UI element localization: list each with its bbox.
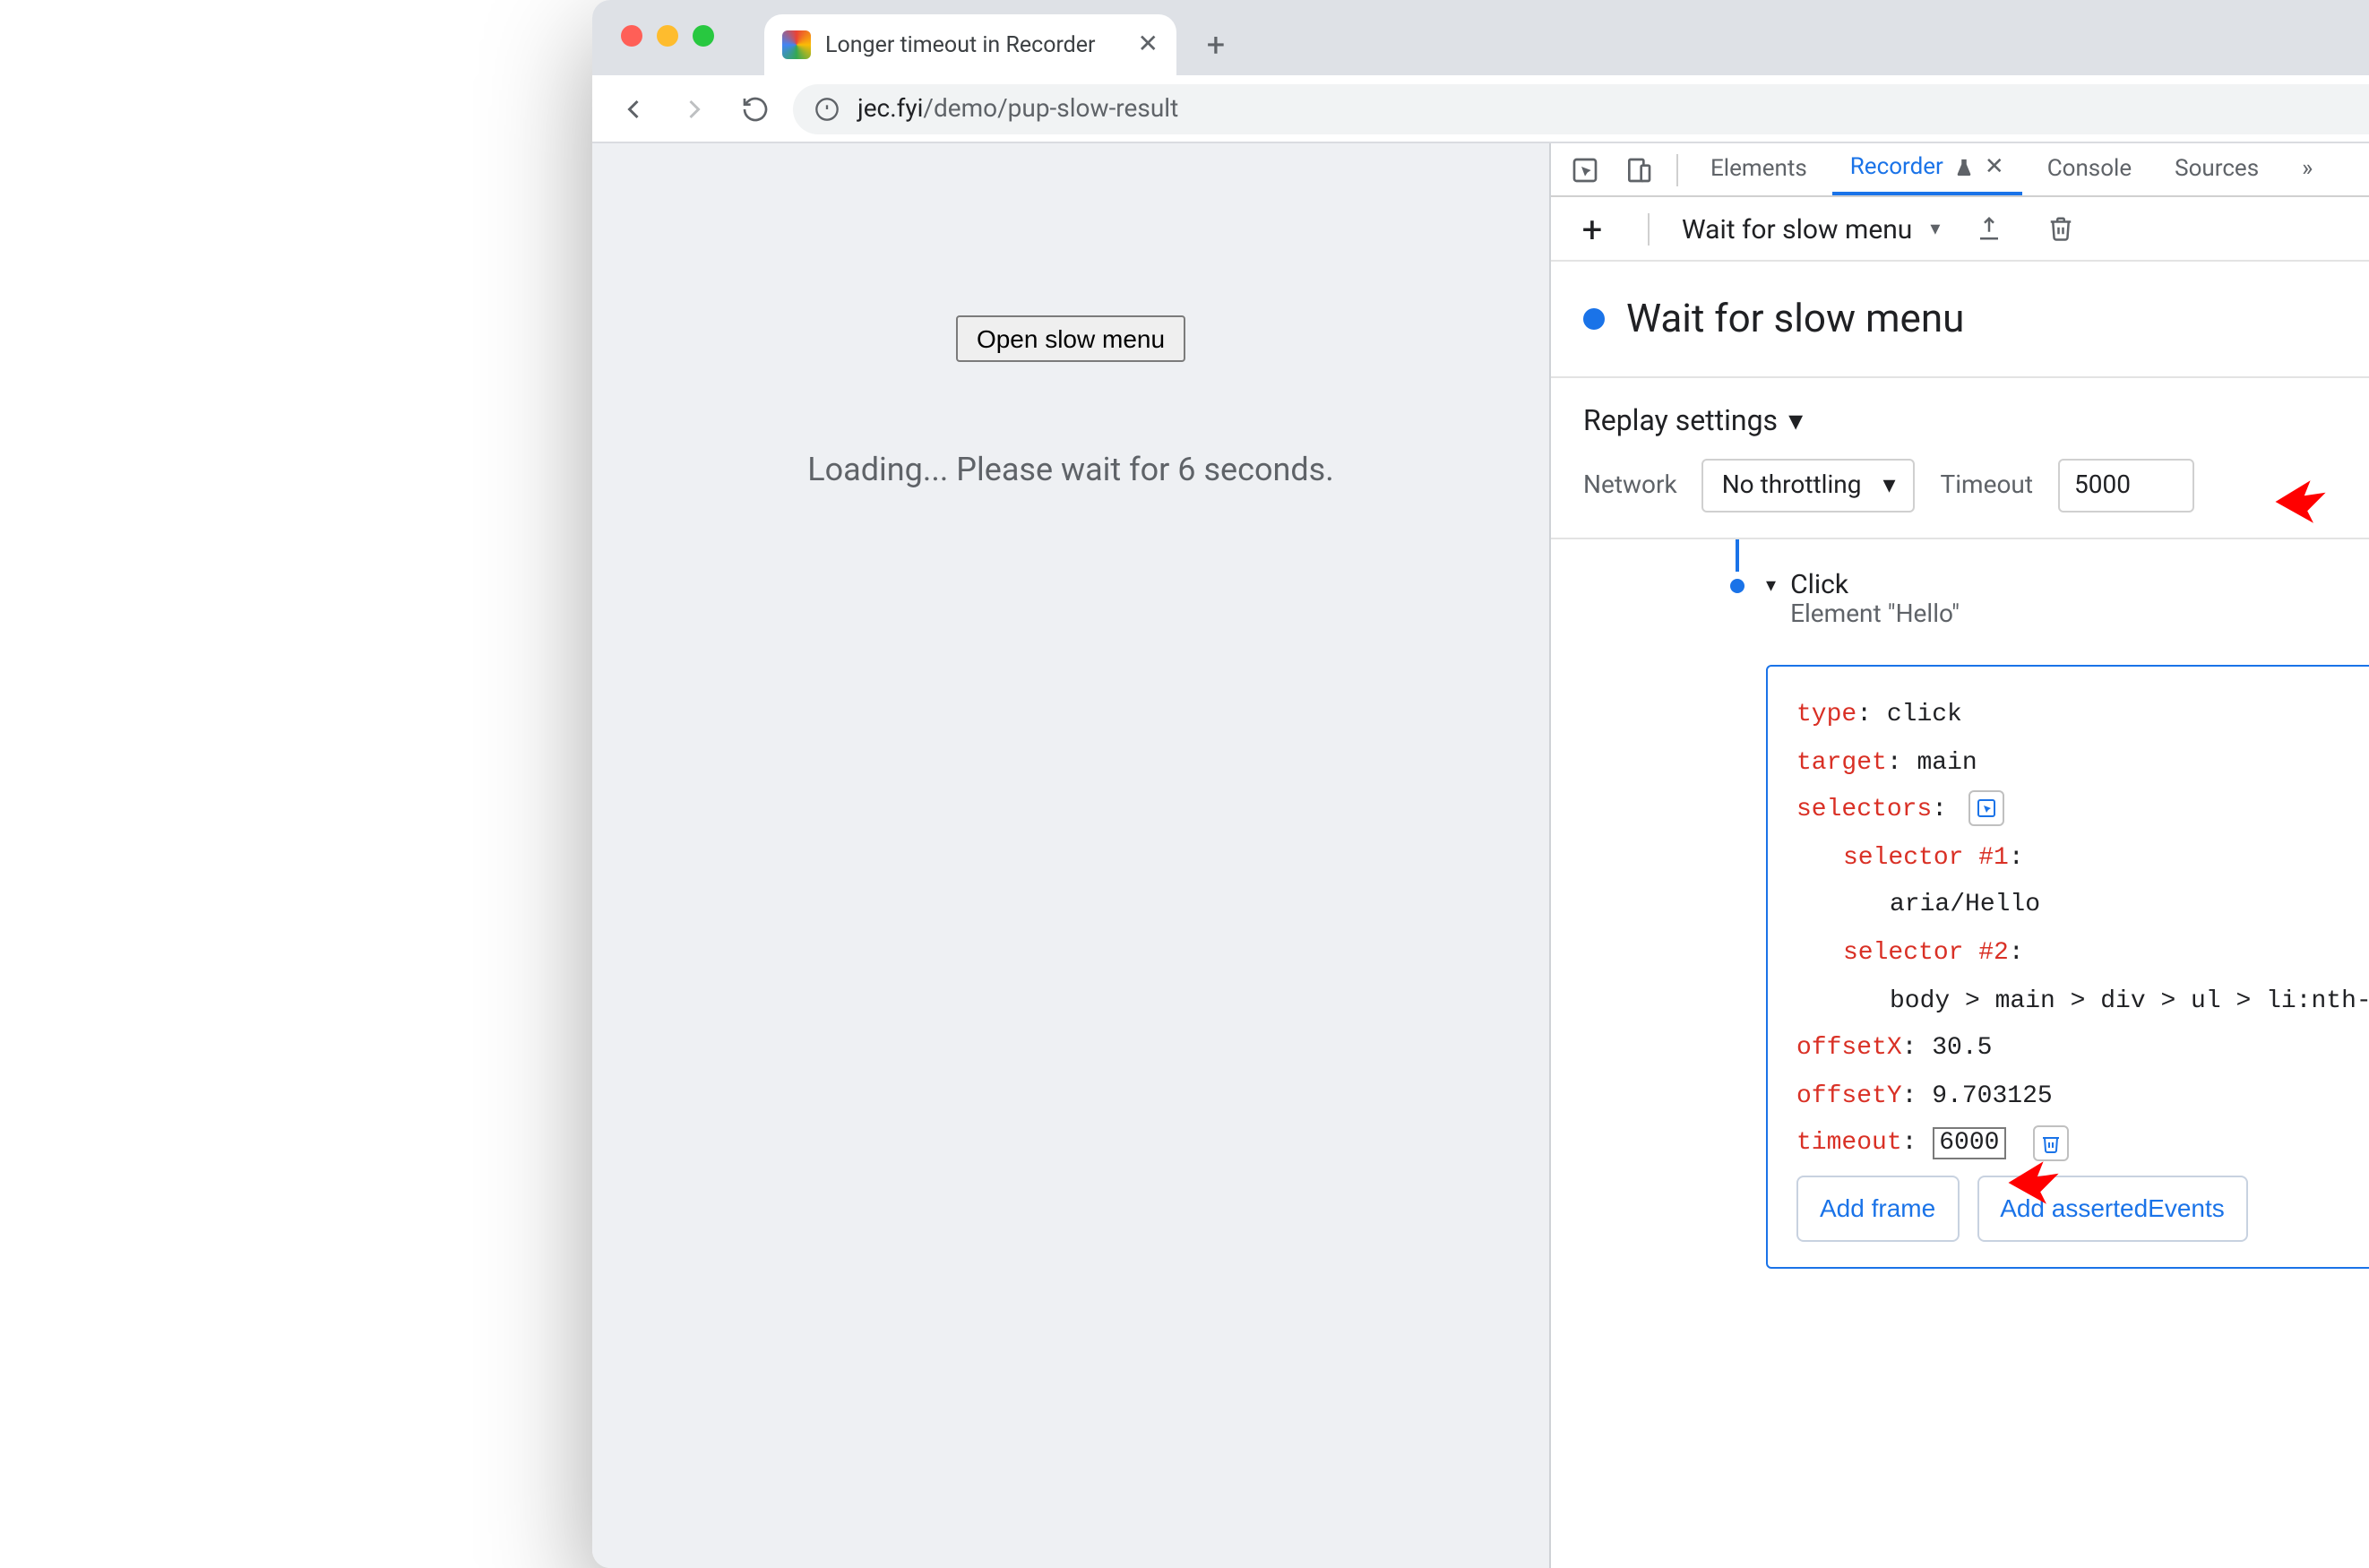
prop-value-selector-1[interactable]: aria/Hello	[1890, 892, 2040, 920]
network-throttling-select[interactable]: No throttling ▾	[1702, 459, 1916, 513]
prop-value-offsetx[interactable]: 30.5	[1932, 1034, 1992, 1063]
replay-settings-toggle[interactable]: Replay settings ▾	[1583, 403, 2194, 437]
site-info-icon	[814, 96, 840, 121]
delete-recording-icon[interactable]	[2037, 205, 2083, 252]
new-tab-button[interactable]: +	[1191, 20, 1241, 70]
replay-settings: Replay settings ▾ Network No throttling …	[1551, 378, 2369, 539]
chevron-down-icon: ▾	[1882, 471, 1895, 500]
tabs: Longer timeout in Recorder ✕ +	[764, 0, 1241, 75]
tab-recorder[interactable]: Recorder ✕	[1832, 143, 2022, 195]
close-window-icon[interactable]	[621, 25, 642, 47]
status-dot-icon	[1583, 308, 1605, 330]
prop-key-selectors: selectors	[1796, 796, 1932, 824]
browser-window: Longer timeout in Recorder ✕ + jec.fyi/d…	[592, 0, 2369, 1568]
prop-key-type: type	[1796, 701, 1856, 729]
new-recording-button[interactable]: +	[1569, 205, 1615, 252]
tab-sources[interactable]: Sources	[2157, 143, 2277, 195]
annotation-arrow-icon	[2268, 471, 2329, 532]
add-asserted-events-button[interactable]: Add assertedEvents	[1977, 1176, 2248, 1241]
address-bar[interactable]: jec.fyi/demo/pup-slow-result	[793, 83, 2369, 134]
step-header[interactable]: ▾ Click Element "Hello" ⋮	[1766, 568, 2369, 629]
step-timeout-input[interactable]: 6000	[1932, 1128, 2006, 1160]
prop-value-type[interactable]: click	[1887, 701, 1962, 729]
steps-list: ▾ Click Element "Hello" ⋮ type: click ta…	[1551, 539, 2369, 1568]
prop-key-timeout: timeout	[1796, 1130, 1902, 1159]
step-subtitle: Element "Hello"	[1790, 600, 1960, 629]
browser-toolbar: jec.fyi/demo/pup-slow-result Paused	[592, 75, 2369, 143]
chevron-down-icon: ▾	[1788, 403, 1803, 437]
inspect-element-icon[interactable]	[1562, 146, 1608, 193]
export-recording-icon[interactable]	[1965, 205, 2011, 252]
tab-title: Longer timeout in Recorder	[825, 31, 1096, 58]
timeline-line	[1736, 539, 1739, 572]
flask-icon	[1954, 158, 1974, 177]
recording-header: Wait for slow menu Replay Measure perfor…	[1551, 262, 2369, 378]
loading-text: Loading... Please wait for 6 seconds.	[807, 452, 1334, 489]
step-editor: type: click target: main selectors: sele…	[1766, 665, 2369, 1268]
tab-close-icon[interactable]: ✕	[1138, 30, 1159, 59]
back-button[interactable]	[610, 85, 657, 132]
devtools-panel: Elements Recorder ✕ Console Sources » 1	[1551, 143, 2369, 1568]
prop-key-target: target	[1796, 748, 1887, 777]
tab-console[interactable]: Console	[2029, 143, 2149, 195]
timeout-label: Timeout	[1941, 471, 2034, 500]
prop-key-offsety: offsetY	[1796, 1082, 1902, 1111]
prop-key-selector-2: selector #2	[1843, 939, 2009, 968]
favicon-icon	[782, 30, 811, 59]
device-toolbar-icon[interactable]	[1615, 146, 1662, 193]
chevron-down-icon: ▾	[1930, 217, 1940, 240]
add-frame-button[interactable]: Add frame	[1796, 1176, 1959, 1241]
url-text: jec.fyi/demo/pup-slow-result	[857, 94, 1178, 123]
tabs-overflow[interactable]: »	[2284, 143, 2330, 195]
recording-selector[interactable]: Wait for slow menu ▾	[1682, 212, 1940, 245]
prop-value-offsety[interactable]: 9.703125	[1932, 1082, 2052, 1111]
tab-strip: Longer timeout in Recorder ✕ +	[592, 0, 2369, 75]
forward-button[interactable]	[671, 85, 718, 132]
pick-selector-icon[interactable]	[1969, 791, 2005, 827]
content-area: Open slow menu Loading... Please wait fo…	[592, 143, 2369, 1568]
rendered-page: Open slow menu Loading... Please wait fo…	[592, 143, 1551, 1568]
step-title: Click	[1790, 568, 1960, 600]
prop-key-offsetx: offsetX	[1796, 1034, 1902, 1063]
expand-toggle-icon[interactable]: ▾	[1766, 573, 1776, 597]
browser-tab[interactable]: Longer timeout in Recorder ✕	[764, 14, 1176, 75]
delete-prop-icon[interactable]	[2032, 1124, 2068, 1160]
tab-elements[interactable]: Elements	[1693, 143, 1825, 195]
recording-title: Wait for slow menu	[1626, 297, 1964, 341]
tab-recorder-close-icon[interactable]: ✕	[1985, 154, 2004, 181]
maximize-window-icon[interactable]	[693, 25, 714, 47]
prop-key-selector-1: selector #1	[1843, 844, 2009, 873]
reload-button[interactable]	[732, 85, 779, 132]
devtools-tabbar: Elements Recorder ✕ Console Sources » 1	[1551, 143, 2369, 197]
open-slow-menu-button[interactable]: Open slow menu	[957, 315, 1184, 362]
network-label: Network	[1583, 471, 1677, 500]
timeout-input[interactable]: 5000	[2058, 459, 2194, 513]
prop-value-target[interactable]: main	[1917, 748, 1977, 777]
window-controls	[621, 25, 714, 47]
minimize-window-icon[interactable]	[657, 25, 678, 47]
recorder-toolbar: + Wait for slow menu ▾ Send feedback	[1551, 197, 2369, 262]
prop-value-selector-2[interactable]: body > main > div > ul > li:nth-child(1)…	[1890, 986, 2369, 1015]
timeline-dot-icon	[1730, 579, 1744, 593]
